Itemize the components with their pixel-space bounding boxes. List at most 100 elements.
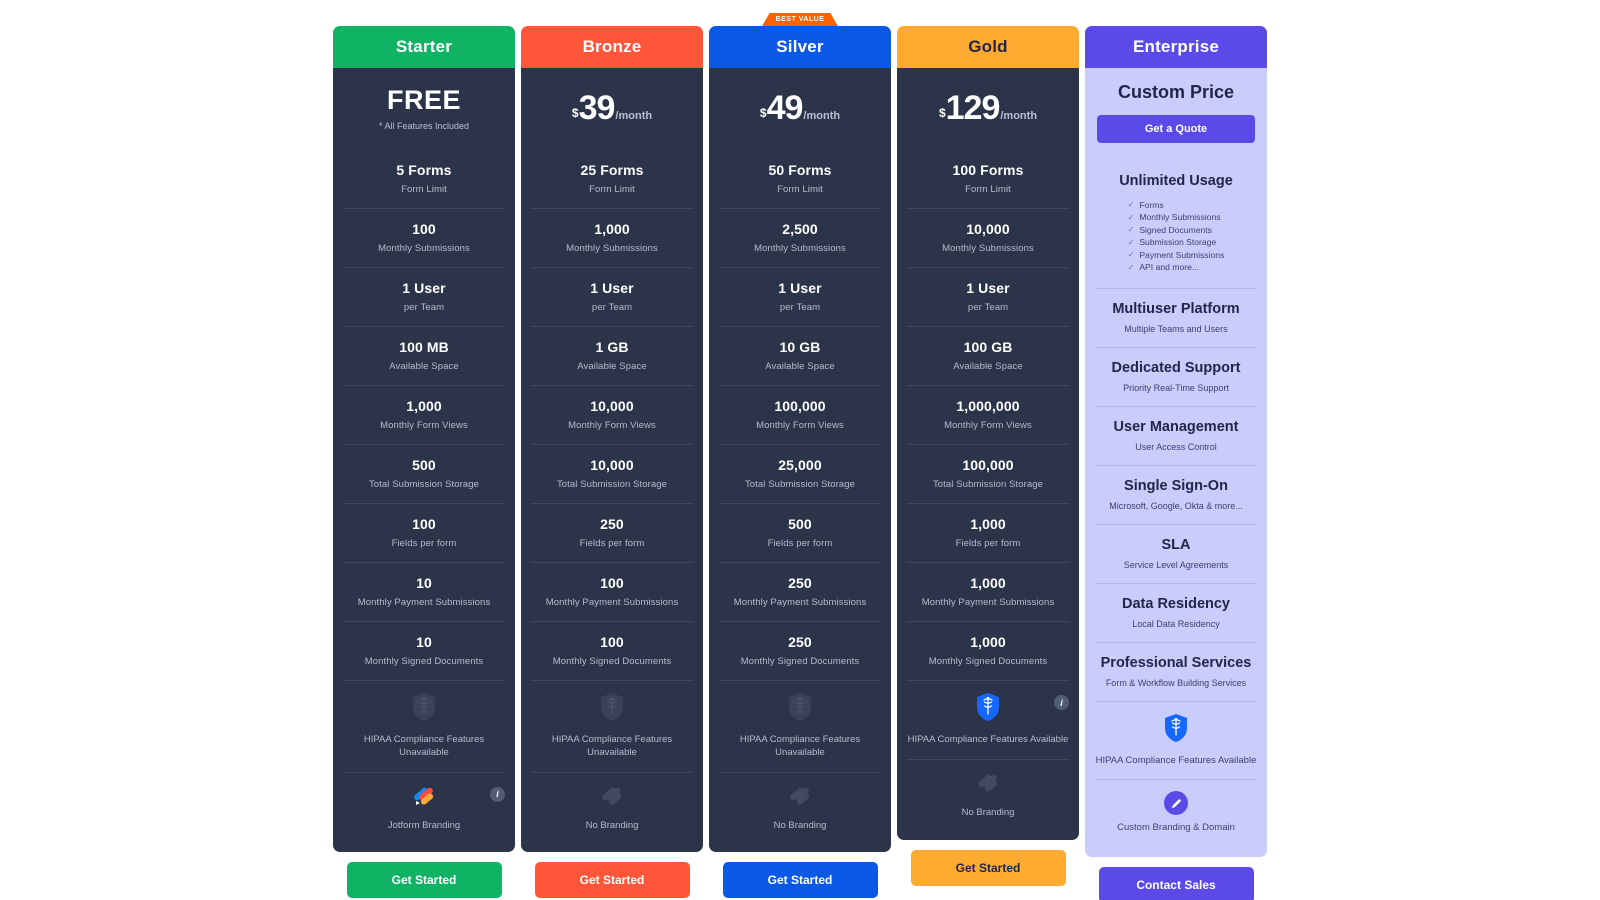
feature-label: Available Space [577, 361, 647, 372]
price-box: $ 49 /month [709, 68, 891, 148]
feature-row: 100,000 Total Submission Storage [907, 444, 1069, 503]
feature-row: 1,000,000 Monthly Form Views [907, 385, 1069, 444]
check-icon: ✓ [1127, 225, 1135, 234]
feature-rows: 100 Forms Form Limit 10,000 Monthly Subm… [897, 148, 1079, 840]
feature-label: Monthly Submissions [754, 243, 846, 254]
feature-rows: 25 Forms Form Limit 1,000 Monthly Submis… [521, 148, 703, 853]
branding-caption: Custom Branding & Domain [1117, 822, 1235, 834]
feature-label: per Team [779, 302, 821, 313]
feature-row: 100 Monthly Submissions [343, 208, 505, 267]
feature-value: 10,000 [590, 398, 634, 414]
list-item-label: Submission Storage [1139, 237, 1217, 247]
feature-label: Monthly Form Views [380, 420, 468, 431]
feature-label: Available Space [765, 361, 835, 372]
feature-value: 10 [416, 634, 432, 650]
feature-rows: 5 Forms Form Limit 100 Monthly Submissio… [333, 148, 515, 853]
feature-value: User Management [1113, 418, 1239, 435]
feature-label: Monthly Form Views [756, 420, 844, 431]
cta-button[interactable]: Get Started [910, 849, 1066, 886]
hipaa-caption: HIPAA Compliance Features Unavailable [363, 734, 485, 758]
feature-value: 100 [412, 221, 436, 237]
feature-value: 2,500 [782, 221, 818, 237]
branding-row: No Branding [907, 758, 1069, 832]
plan-column-starter: Starter FREE * All Features Included 5 F… [333, 12, 515, 899]
branding-row: Custom Branding & Domain [1095, 779, 1257, 847]
plan-header: Bronze [521, 26, 703, 68]
feature-row: 100 Monthly Payment Submissions [531, 562, 693, 621]
hipaa-caption: HIPAA Compliance Features Available [907, 734, 1069, 745]
feature-row: 5 Forms Form Limit [343, 148, 505, 208]
info-badge[interactable]: i [490, 786, 505, 802]
feature-row: 500 Fields per form [719, 503, 881, 562]
feature-label: Total Submission Storage [556, 479, 668, 490]
feature-label: Total Submission Storage [744, 479, 856, 490]
ribbon-slot [333, 12, 515, 26]
plan-header: Enterprise [1085, 26, 1267, 68]
feature-row: 1 User per Team [907, 267, 1069, 326]
hipaa-row: HIPAA Compliance Features Unavailable [719, 680, 881, 772]
feature-label: Total Submission Storage [368, 479, 480, 490]
list-item-label: Forms [1139, 199, 1164, 210]
feature-row: 25,000 Total Submission Storage [719, 444, 881, 503]
plan-card: Silver $ 49 /month 50 Forms Form Limit 2… [709, 26, 891, 853]
feature-label: Monthly Payment Submissions [357, 597, 491, 608]
cta-button[interactable]: Contact Sales [1098, 867, 1254, 900]
feature-value: 10 GB [779, 339, 821, 355]
feature-row: 100 Fields per form [343, 503, 505, 562]
price-period: /month [615, 109, 653, 122]
branding-row: No Branding [719, 771, 881, 845]
feature-label: Monthly Submissions [378, 243, 470, 254]
branding-caption: No Branding [961, 806, 1015, 818]
feature-label: Fields per form [391, 538, 457, 549]
feature-value: 1 User [402, 280, 446, 296]
feature-row: Multiuser Platform Multiple Teams and Us… [1095, 287, 1257, 347]
feature-row: 10,000 Monthly Submissions [907, 208, 1069, 267]
list-item: ✓ Monthly Submissions [1128, 212, 1225, 222]
jotform-logo-icon [789, 787, 809, 805]
cta-button[interactable]: Get Started [534, 862, 690, 899]
price-value: $ 39 /month [572, 89, 652, 128]
feature-value: 10,000 [590, 457, 634, 473]
cta-button[interactable]: Get Started [722, 862, 878, 899]
info-badge[interactable]: i [1054, 695, 1069, 710]
list-item-label: API and more... [1139, 262, 1200, 272]
feature-label: Multiple Teams and Users [1124, 323, 1228, 334]
list-item-label: Payment Submissions [1139, 249, 1225, 260]
cta-button[interactable]: Get Started [346, 862, 502, 899]
feature-value: 1 User [590, 280, 634, 296]
currency-symbol: $ [571, 105, 579, 120]
feature-row: 50 Forms Form Limit [719, 148, 881, 208]
feature-row: 1,000 Monthly Form Views [343, 385, 505, 444]
feature-value: 250 [788, 634, 812, 650]
feature-row: 250 Monthly Payment Submissions [719, 562, 881, 621]
ribbon-slot: BEST VALUE [709, 12, 891, 26]
plan-card: Enterprise Custom Price Get a Quote Unli… [1085, 26, 1267, 858]
feature-rows: 50 Forms Form Limit 2,500 Monthly Submis… [709, 148, 891, 853]
price-box: Custom Price Get a Quote [1085, 68, 1267, 159]
feature-value: Unlimited Usage [1119, 173, 1233, 189]
branding-caption: No Branding [773, 819, 827, 831]
feature-row: 10,000 Total Submission Storage [531, 444, 693, 503]
feature-label: Priority Real-Time Support [1123, 382, 1229, 393]
shield-caduceus-icon [413, 693, 435, 721]
feature-row: 100,000 Monthly Form Views [719, 385, 881, 444]
feature-value: 100 GB [963, 339, 1013, 355]
feature-value: 1,000,000 [956, 398, 1020, 414]
plan-header: Gold [897, 26, 1079, 68]
get-a-quote-button[interactable]: Get a Quote [1097, 115, 1255, 143]
plan-header: Silver [709, 26, 891, 68]
feature-label: Form Limit [965, 184, 1011, 195]
currency-symbol: $ [938, 105, 946, 120]
feature-value: 100,000 [962, 457, 1014, 473]
ribbon-slot [521, 12, 703, 26]
feature-label: Total Submission Storage [932, 479, 1044, 490]
price-period: /month [803, 109, 841, 122]
feature-row: 1,000 Fields per form [907, 503, 1069, 562]
feature-label: Fields per form [579, 538, 645, 549]
feature-label: Local Data Residency [1132, 618, 1220, 629]
feature-row: 100 GB Available Space [907, 326, 1069, 385]
price-value: Custom Price [1117, 82, 1235, 102]
feature-label: per Team [591, 302, 633, 313]
jotform-logo-icon [413, 787, 433, 805]
feature-value: 100 MB [399, 339, 449, 355]
